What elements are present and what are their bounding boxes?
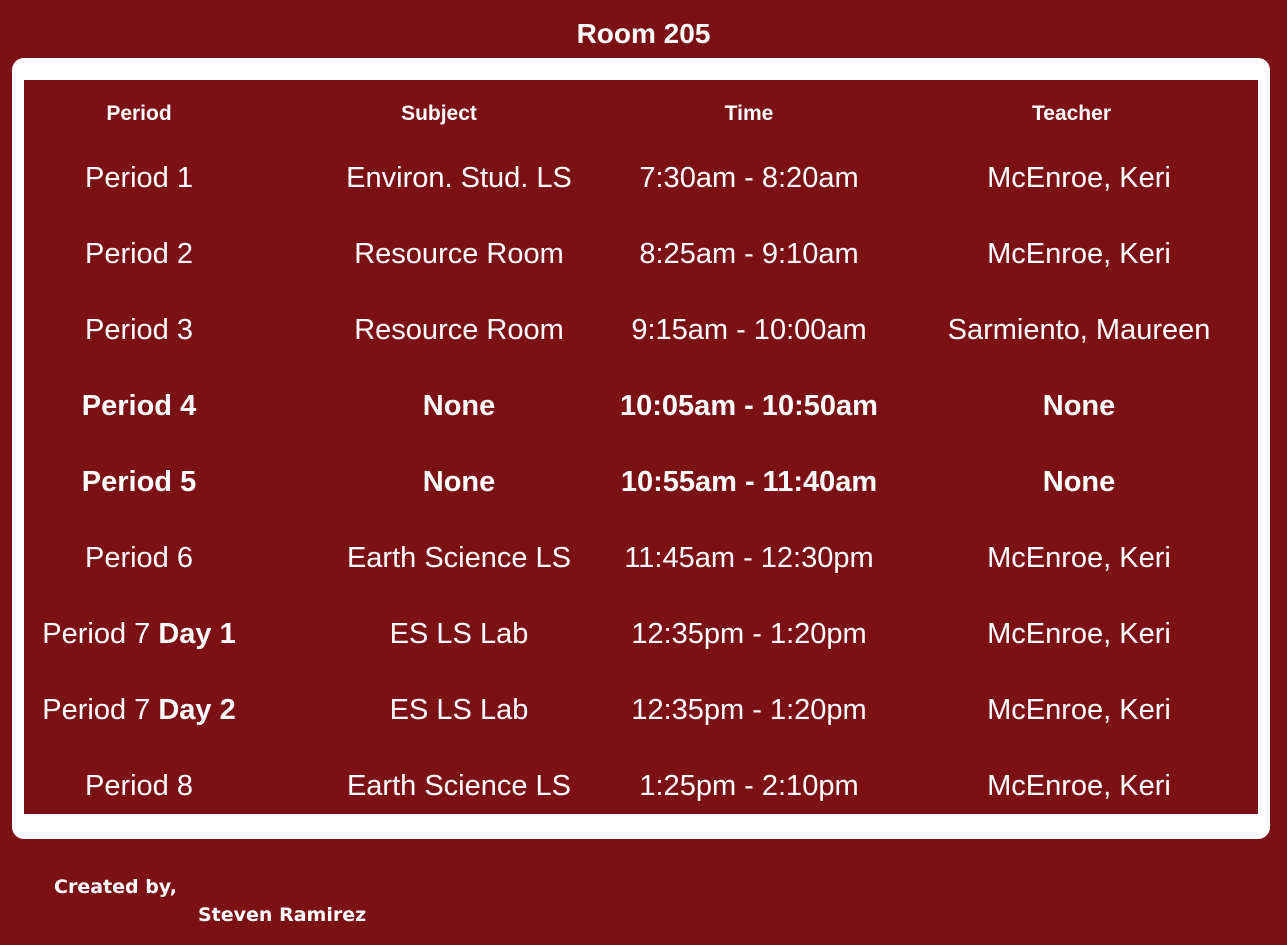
- period-label: Period 7: [42, 618, 151, 650]
- period-label: Period 2: [84, 238, 193, 270]
- time-cell: 10:05am - 10:50am: [620, 390, 878, 422]
- period-cell: Period 7 Day 1: [24, 614, 254, 654]
- period-cell: Period 2: [24, 234, 254, 274]
- time-cell: 9:15am - 10:00am: [631, 314, 867, 346]
- time-cell: 8:25am - 9:10am: [639, 238, 859, 270]
- subject-cell: Earth Science LS: [346, 770, 572, 802]
- subject-cell: None: [422, 466, 496, 498]
- period-label: Period 1: [84, 162, 193, 194]
- period-cell: Period 5: [24, 462, 254, 502]
- table-row: Period 1 Environ. Stud. LS 7:30am - 8:20am…: [24, 158, 1258, 198]
- teacher-cell: McEnroe, Keri: [987, 162, 1171, 194]
- time-cell: 12:35pm - 1:20pm: [631, 618, 867, 650]
- header-time: Time: [724, 102, 774, 125]
- period-label: Period 6: [84, 542, 193, 574]
- period-cell: Period 8: [24, 766, 254, 806]
- table-row: Period 4 None 10:05am - 10:50am None: [24, 386, 1258, 426]
- teacher-cell: McEnroe, Keri: [987, 770, 1171, 802]
- subject-cell: Earth Science LS: [346, 542, 572, 574]
- table-row: Period 3 Resource Room 9:15am - 10:00am Sar…: [24, 310, 1258, 350]
- table-row: Period 8 Earth Science LS 1:25pm - 2:10pm M…: [24, 766, 1258, 806]
- time-cell: 7:30am - 8:20am: [639, 162, 859, 194]
- table-row: Period 2 Resource Room 8:25am - 9:10am McEn…: [24, 234, 1258, 274]
- table-row: Period 7 Day 1 ES LS Lab 12:35pm - 1:20pm M…: [24, 614, 1258, 654]
- teacher-cell: Sarmiento, Maureen: [947, 314, 1211, 346]
- teacher-cell: McEnroe, Keri: [987, 542, 1171, 574]
- teacher-cell: None: [1042, 466, 1116, 498]
- period-label: Period 7: [42, 694, 151, 726]
- table-row: Period 7 Day 2 ES LS Lab 12:35pm - 1:20pm M…: [24, 690, 1258, 730]
- day-label: Day 2: [158, 694, 236, 726]
- time-cell: 11:45am - 12:30pm: [624, 542, 874, 574]
- period-label: Period 5: [81, 466, 197, 498]
- header-subject: Subject: [401, 102, 477, 125]
- table-row: Period 5 None 10:55am - 11:40am None: [24, 462, 1258, 502]
- period-label: Period 8: [84, 770, 193, 802]
- header-teacher: Teacher: [1032, 102, 1111, 125]
- time-cell: 12:35pm - 1:20pm: [631, 694, 867, 726]
- page-title: Room 205: [576, 18, 711, 49]
- subject-cell: Resource Room: [354, 238, 564, 270]
- period-cell: Period 7 Day 2: [24, 690, 254, 730]
- period-label: Period 3: [84, 314, 193, 346]
- period-cell: Period 4: [24, 386, 254, 426]
- subject-cell: Resource Room: [354, 314, 564, 346]
- credit-author: Steven Ramirez: [198, 904, 367, 926]
- subject-cell: None: [422, 390, 496, 422]
- subject-cell: ES LS Lab: [389, 618, 529, 650]
- schedule-table: Period Subject Time Teacher Period 1 Envi…: [24, 80, 1258, 814]
- period-cell: Period 6: [24, 538, 254, 578]
- period-label: Period 4: [81, 390, 197, 422]
- period-cell: Period 1: [24, 158, 254, 198]
- subject-cell: Environ. Stud. LS: [346, 162, 572, 194]
- teacher-cell: None: [1042, 390, 1116, 422]
- time-cell: 1:25pm - 2:10pm: [639, 770, 859, 802]
- time-cell: 10:55am - 11:40am: [620, 466, 878, 498]
- credit-label: Created by,: [54, 876, 177, 898]
- header-period: Period: [106, 102, 172, 125]
- teacher-cell: McEnroe, Keri: [987, 618, 1171, 650]
- teacher-cell: McEnroe, Keri: [987, 238, 1171, 270]
- teacher-cell: McEnroe, Keri: [987, 694, 1171, 726]
- day-label: Day 1: [158, 618, 236, 650]
- period-cell: Period 3: [24, 310, 254, 350]
- table-row: Period 6 Earth Science LS 11:45am - 12:30p…: [24, 538, 1258, 578]
- subject-cell: ES LS Lab: [389, 694, 529, 726]
